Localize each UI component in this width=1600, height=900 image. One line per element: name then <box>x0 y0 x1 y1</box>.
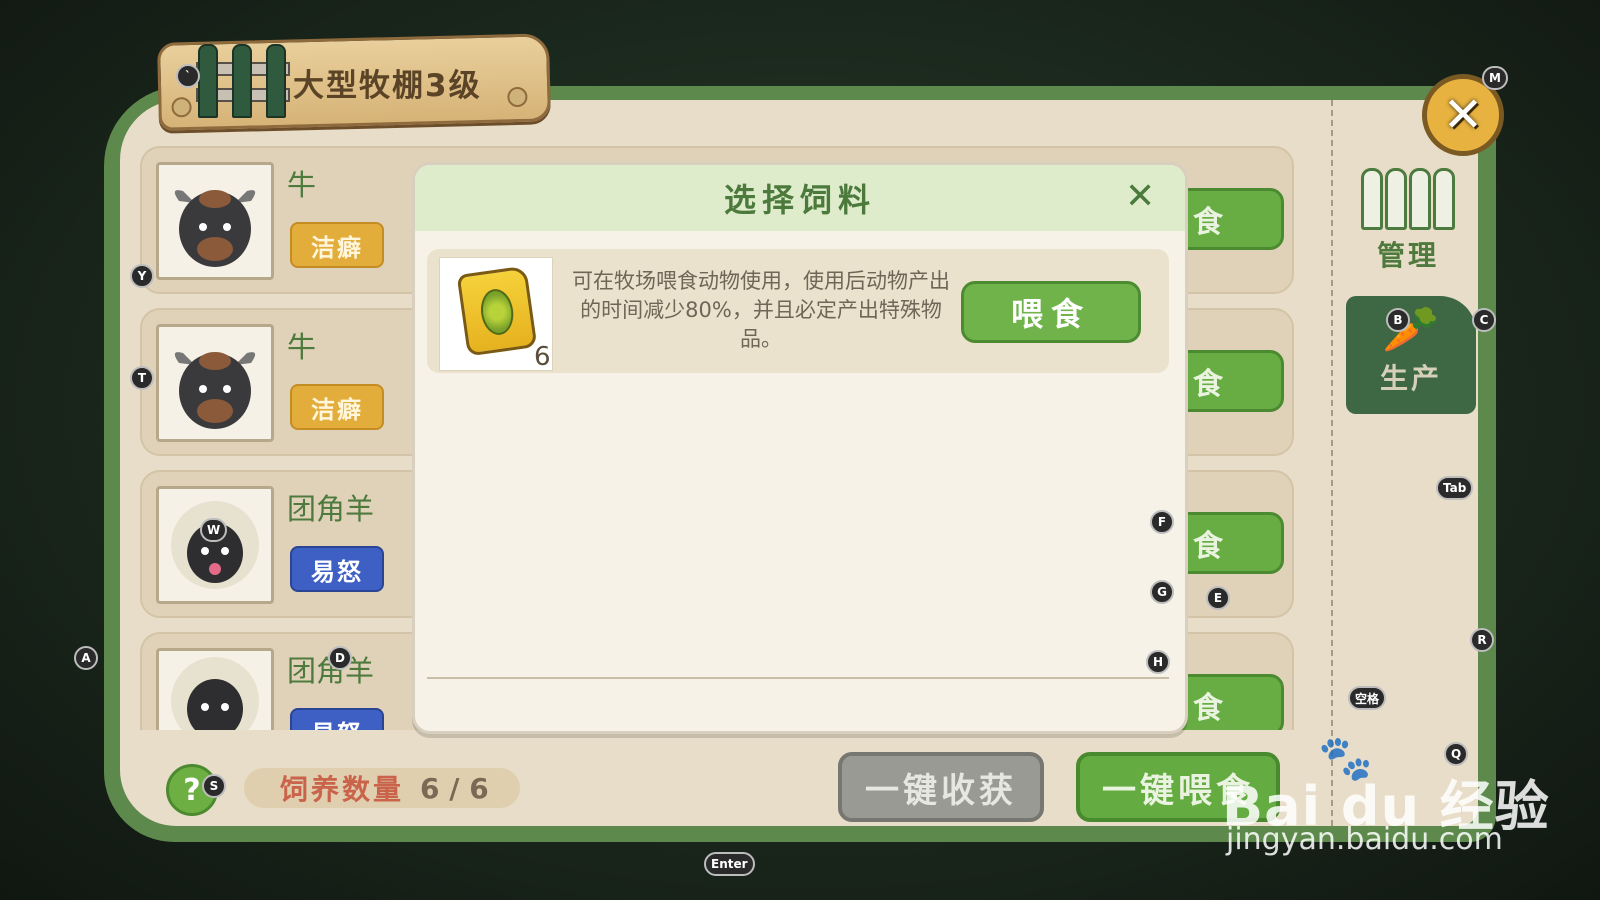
fence-icon <box>196 42 292 118</box>
key-hint-a: A <box>74 646 98 670</box>
harvest-all-button[interactable]: 一键收获 <box>838 752 1044 822</box>
tab-production-label: 生产 <box>1379 362 1442 395</box>
key-hint-r: R <box>1470 628 1494 652</box>
fence-icon <box>1346 168 1470 234</box>
feed-item-row: 6 可在牧场喂食动物使用，使用后动物产出的时间减少80%，并且必定产出特殊物品。… <box>427 249 1169 373</box>
item-count: 6 <box>534 342 551 372</box>
trait-badge: 洁癖 <box>290 222 384 268</box>
dialog-title: 选择饲料 <box>723 181 876 219</box>
animal-name: 团角羊 <box>287 492 375 526</box>
plank-nut-icon <box>507 86 528 108</box>
tab-manage[interactable]: 管理 <box>1346 168 1470 276</box>
feed-count-value: 6 / 6 <box>420 771 489 805</box>
key-hint-backtick: ` <box>176 64 200 88</box>
key-hint-m: M <box>1482 66 1508 90</box>
sheep-icon <box>156 648 274 730</box>
select-feed-dialog: 选择饲料 ✕ 6 可在牧场喂食动物使用，使用后动物产出的时间减少80%，并且必定… <box>412 162 1188 734</box>
page-title: 大型牧棚3级 <box>293 68 482 104</box>
cow-icon <box>156 324 274 442</box>
key-hint-c: C <box>1472 308 1496 332</box>
key-hint-s: S <box>202 774 226 798</box>
tab-production[interactable]: 🥕 生产 <box>1346 296 1476 414</box>
trait-badge: 易怒 <box>290 708 384 730</box>
plank-nut-icon <box>171 96 192 118</box>
item-description: 可在牧场喂食动物使用，使用后动物产出的时间减少80%，并且必定产出特殊物品。 <box>572 269 950 351</box>
key-hint-b: B <box>1386 308 1410 332</box>
key-hint-space: 空格 <box>1348 686 1387 710</box>
key-hint-t: T <box>130 366 154 390</box>
watermark-url: jingyan.baidu.com <box>1226 822 1503 857</box>
corn-feed-bag-icon: 6 <box>439 257 553 372</box>
tab-manage-label: 管理 <box>1376 239 1439 272</box>
animal-name: 牛 <box>287 330 317 364</box>
trait-badge: 洁癖 <box>290 384 384 430</box>
feed-count: 饲养数量 6 / 6 <box>244 768 520 808</box>
key-hint-enter: Enter <box>704 852 755 876</box>
feed-button[interactable]: 喂食 <box>961 281 1141 343</box>
key-hint-h: H <box>1146 650 1171 674</box>
feed-count-label: 饲养数量 <box>280 773 405 806</box>
animal-name: 牛 <box>287 168 317 202</box>
key-hint-f: F <box>1150 510 1174 534</box>
cow-icon <box>156 162 274 280</box>
trait-badge: 易怒 <box>290 546 384 592</box>
key-hint-g: G <box>1150 580 1174 604</box>
key-hint-tab: Tab <box>1436 476 1474 500</box>
close-icon: ✕ <box>1442 87 1484 143</box>
sheep-icon <box>156 486 274 604</box>
dialog-header: 选择饲料 <box>415 165 1185 231</box>
sidebar-divider <box>1331 100 1333 826</box>
key-hint-e: E <box>1206 586 1230 610</box>
key-hint-w: W <box>200 518 228 542</box>
carrot-icon: 🥕 <box>1382 302 1440 356</box>
close-icon[interactable]: ✕ <box>1125 179 1155 215</box>
divider <box>427 677 1169 679</box>
key-hint-y: Y <box>130 264 154 288</box>
key-hint-d: D <box>328 646 352 670</box>
